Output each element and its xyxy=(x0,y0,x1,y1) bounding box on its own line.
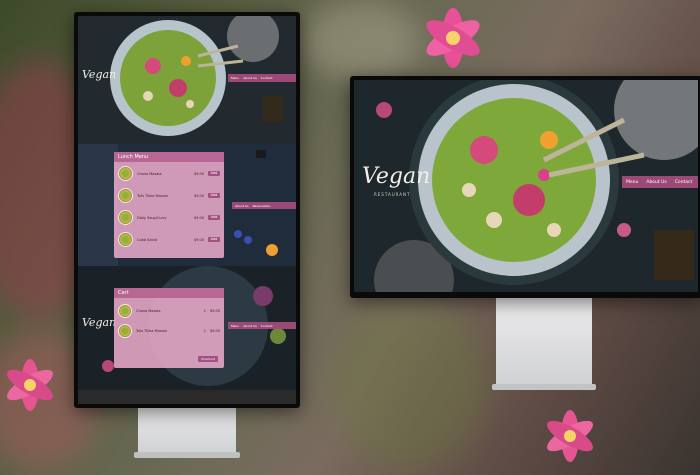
pink-flower-decoration xyxy=(7,359,53,411)
menu-item-name: Chana Masala xyxy=(137,171,162,176)
menu-section: Lunch Menu Chana Masala $9.00 Add Tofu T… xyxy=(78,144,296,266)
nav-item-contact[interactable]: Contact xyxy=(675,180,693,185)
add-button[interactable]: Add xyxy=(208,215,220,220)
cart-item-price: $9.00 xyxy=(209,309,220,313)
cart-item: Chana Masala 1 $9.00 xyxy=(118,304,220,318)
nav-bar: Menu About Us Contact xyxy=(228,74,296,82)
dish-image xyxy=(118,232,133,247)
dish-image xyxy=(118,304,132,318)
nav-bar: Menu About Us Contact xyxy=(622,176,698,188)
monitor-stand-base xyxy=(134,452,240,458)
lunch-menu-title: Lunch Menu xyxy=(114,152,224,162)
brand-logo[interactable]: Vegan xyxy=(82,68,116,81)
add-button[interactable]: Add xyxy=(208,193,220,198)
nav-bar: Menu About Us Contact xyxy=(228,322,296,329)
cart-item-qty[interactable]: 1 xyxy=(204,329,206,333)
cart-card: Cart Chana Masala 1 $9.00 Tofu Tikka Mas… xyxy=(114,288,224,368)
hero-section: Vegan Menu About Us Contact xyxy=(78,16,296,144)
background-bokeh xyxy=(330,300,490,470)
nav-item-about[interactable]: About Us xyxy=(235,204,249,208)
nav-item-about[interactable]: About Us xyxy=(243,324,257,328)
landscape-screen: Vegan RESTAURANT Menu About Us Contact xyxy=(354,80,698,292)
nav-bar: About Us Reservation xyxy=(232,202,296,209)
menu-item-price: $9.00 xyxy=(193,215,204,220)
dish-image xyxy=(118,210,133,225)
menu-item-price: $9.00 xyxy=(193,237,204,242)
cart-item-price: $9.00 xyxy=(209,329,220,333)
menu-item-price: $9.00 xyxy=(193,193,204,198)
portrait-screen: Vegan Menu About Us Contact Lunch Menu C… xyxy=(78,16,296,404)
brand-logo[interactable]: Vegan xyxy=(82,316,116,329)
menu-item: Chana Masala $9.00 Add xyxy=(118,166,220,181)
dish-image xyxy=(118,166,133,181)
nav-item-menu[interactable]: Menu xyxy=(626,180,638,185)
portrait-monitor: Vegan Menu About Us Contact Lunch Menu C… xyxy=(74,12,300,408)
menu-item-price: $9.00 xyxy=(193,171,204,176)
menu-item-name: Tofu Tikka Masala xyxy=(137,193,168,198)
nav-item-reservation[interactable]: Reservation xyxy=(253,204,271,208)
brand-tagline: RESTAURANT xyxy=(374,192,411,197)
brand-logo[interactable]: Vegan xyxy=(362,164,430,189)
nav-item-menu[interactable]: Menu xyxy=(231,324,239,328)
menu-item: Daily Soup/Curry $9.00 Add xyxy=(118,210,220,225)
cart-item: Tofu Tikka Masala 1 $9.00 xyxy=(118,324,220,338)
lunch-menu-card: Lunch Menu Chana Masala $9.00 Add Tofu T… xyxy=(114,152,224,258)
dish-image xyxy=(118,324,132,338)
monitor-stand xyxy=(496,298,592,386)
nav-item-contact[interactable]: Contact xyxy=(261,324,273,328)
nav-item-contact[interactable]: Contact xyxy=(261,76,273,80)
nav-item-menu[interactable]: Menu xyxy=(231,76,239,80)
menu-item-name: Cobb Salad xyxy=(137,237,157,242)
pink-flower-decoration xyxy=(547,410,593,462)
cart-item-name: Chana Masala xyxy=(136,309,161,313)
nav-item-about[interactable]: About Us xyxy=(243,76,257,80)
cart-section: Vegan Menu About Us Contact Cart Chana M… xyxy=(78,266,296,404)
cart-title: Cart xyxy=(114,288,224,298)
cart-item-qty[interactable]: 1 xyxy=(204,309,206,313)
add-button[interactable]: Add xyxy=(208,237,220,242)
monitor-stand-base xyxy=(492,384,596,390)
pink-flower-decoration xyxy=(426,8,480,68)
landscape-monitor: Vegan RESTAURANT Menu About Us Contact xyxy=(350,76,700,298)
add-button[interactable]: Add xyxy=(208,171,220,176)
cart-item-name: Tofu Tikka Masala xyxy=(136,329,167,333)
menu-item-name: Daily Soup/Curry xyxy=(137,215,167,220)
checkout-button[interactable]: Checkout xyxy=(198,356,218,362)
menu-item: Tofu Tikka Masala $9.00 Add xyxy=(118,188,220,203)
menu-item: Cobb Salad $9.00 Add xyxy=(118,232,220,247)
nav-item-about[interactable]: About Us xyxy=(646,180,666,185)
dish-image xyxy=(118,188,133,203)
monitor-stand xyxy=(138,408,236,456)
